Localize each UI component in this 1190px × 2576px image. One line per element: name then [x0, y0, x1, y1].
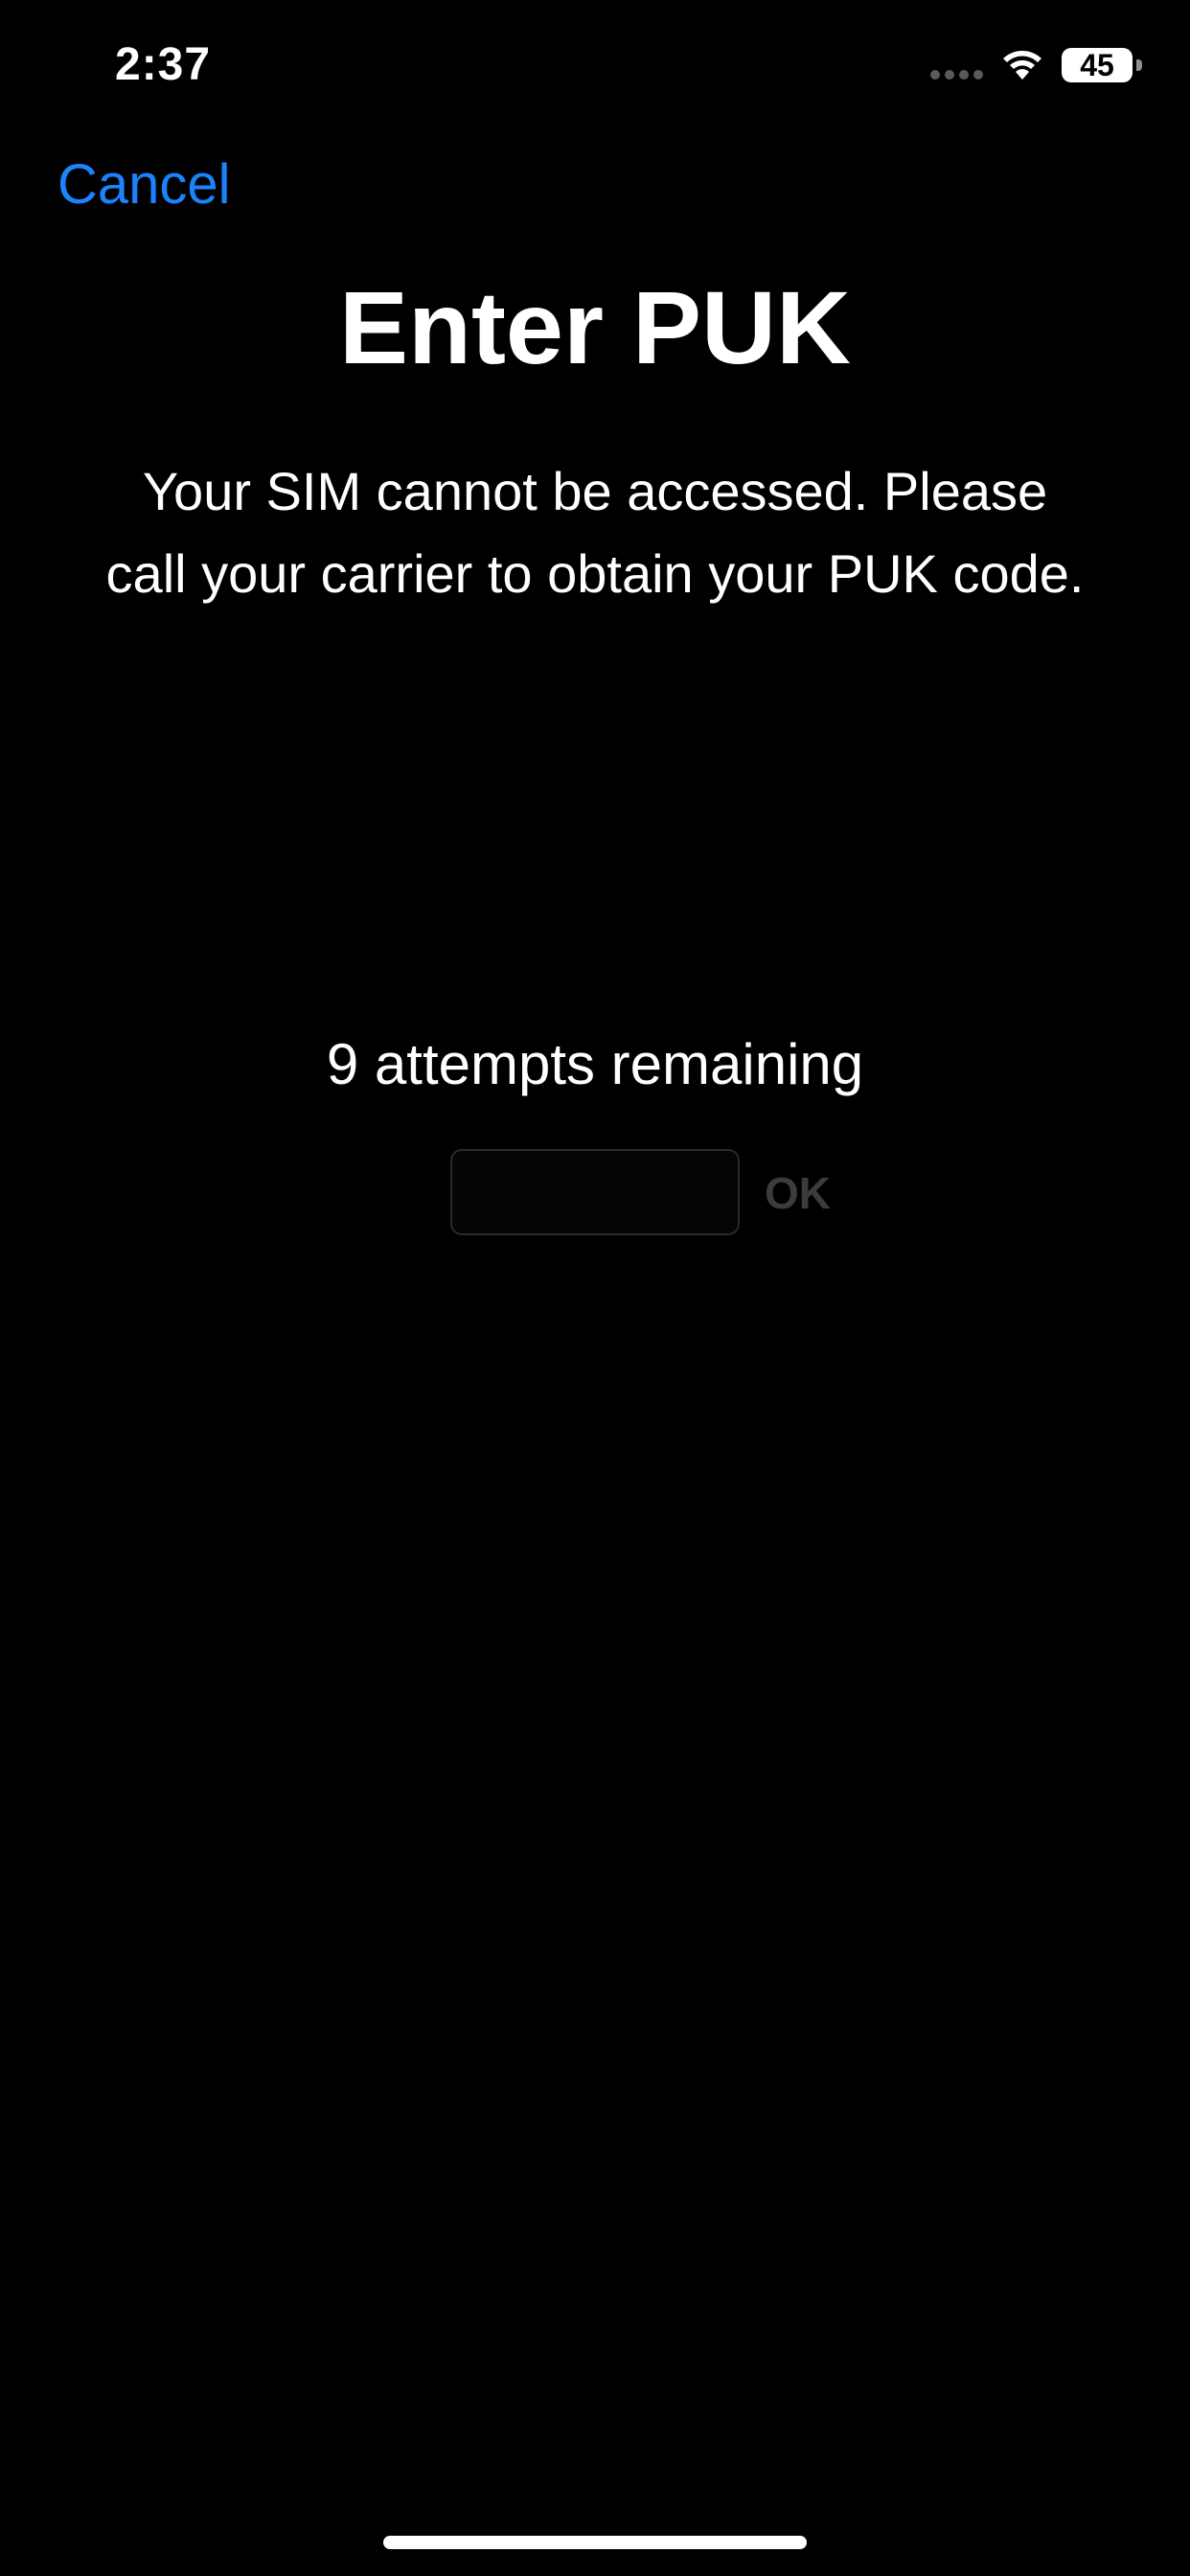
wifi-icon	[1000, 49, 1044, 81]
battery-level: 45	[1080, 48, 1114, 82]
status-time: 2:37	[115, 39, 212, 90]
battery-nub	[1136, 59, 1142, 71]
home-indicator[interactable]	[383, 2536, 807, 2549]
page-title: Enter PUK	[338, 269, 852, 385]
puk-input[interactable]	[450, 1149, 740, 1235]
battery-icon: 45	[1062, 48, 1142, 82]
signal-dots-icon	[930, 51, 983, 80]
ok-button[interactable]: OK	[765, 1160, 831, 1227]
status-icons: 45	[930, 42, 1142, 88]
cancel-button[interactable]: Cancel	[57, 151, 231, 218]
sim-message: Your SIM cannot be accessed. Please call…	[105, 461, 1085, 604]
attempts-remaining: 9 attempts remaining	[326, 1032, 864, 1096]
